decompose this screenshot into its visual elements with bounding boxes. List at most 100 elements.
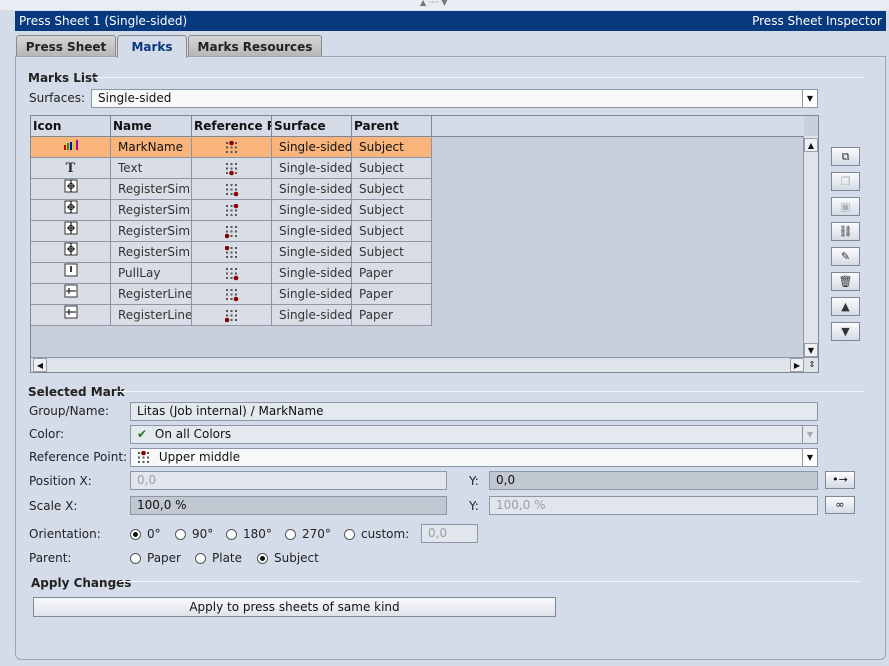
- scroll-right-icon[interactable]: ▶: [790, 358, 804, 372]
- move-up-button[interactable]: ▲: [831, 297, 860, 316]
- table-row[interactable]: RegisterSimp Single-sided Subject: [31, 242, 432, 263]
- register-line-icon: [64, 284, 78, 304]
- paste-mark-button[interactable]: ▣: [831, 197, 860, 216]
- scroll-left-icon[interactable]: ◀: [33, 358, 47, 372]
- link-icon: ⛓: [838, 225, 853, 238]
- position-arrow-button[interactable]: •→: [825, 471, 855, 489]
- orientation-radio[interactable]: [175, 529, 186, 540]
- tab-marks-resources[interactable]: Marks Resources: [188, 35, 322, 57]
- orientation-option-label: custom:: [361, 527, 410, 541]
- scroll-up-icon[interactable]: ▲: [804, 138, 818, 152]
- table-row[interactable]: T Text Single-sided Subject: [31, 158, 432, 179]
- column-header-parent[interactable]: Parent: [352, 116, 432, 136]
- orientation-option-custom[interactable]: custom:: [344, 527, 409, 541]
- parent-radio[interactable]: [195, 553, 206, 564]
- name-text: RegisterSimp: [118, 224, 192, 238]
- apply-to-same-kind-button[interactable]: Apply to press sheets of same kind: [33, 597, 556, 617]
- column-header-surface[interactable]: Surface: [272, 116, 352, 136]
- chevron-down-icon[interactable]: ▼: [802, 426, 817, 443]
- parent-cell: Subject: [352, 179, 432, 200]
- trash-icon: 🗑: [838, 275, 853, 288]
- orientation-label: Orientation:: [29, 527, 101, 541]
- column-header-icon[interactable]: Icon: [31, 116, 111, 136]
- name-cell: Text: [111, 158, 192, 179]
- scroll-corner-icon: ⇕: [808, 360, 816, 369]
- link-mark-button[interactable]: ⛓: [831, 222, 860, 241]
- orientation-custom-field[interactable]: 0,0: [421, 524, 478, 543]
- table-row[interactable]: PullLay Single-sided Paper: [31, 263, 432, 284]
- scale-link-button[interactable]: ∞: [825, 496, 855, 514]
- orientation-radio[interactable]: [344, 529, 355, 540]
- orientation-radio[interactable]: [130, 529, 141, 540]
- parent-option-subject[interactable]: Subject: [257, 551, 319, 565]
- position-x-field[interactable]: 0,0: [130, 471, 447, 490]
- parent-radio[interactable]: [130, 553, 141, 564]
- parent-option-label: Plate: [212, 551, 243, 565]
- orientation-option-180[interactable]: 180°: [226, 527, 272, 541]
- name-cell: RegisterSimp: [111, 242, 192, 263]
- parent-option-plate[interactable]: Plate: [195, 551, 242, 565]
- table-row[interactable]: RegisterLine Single-sided Paper: [31, 305, 432, 326]
- position-y-field[interactable]: 0,0: [489, 471, 818, 490]
- column-header-name[interactable]: Name: [111, 116, 192, 136]
- scroll-down-icon[interactable]: ▼: [804, 343, 818, 357]
- parent-cell: Subject: [352, 200, 432, 221]
- name-text: PullLay: [118, 266, 161, 280]
- vertical-scrollbar[interactable]: ▲ ▼: [803, 136, 818, 359]
- chevron-down-icon[interactable]: ▼: [802, 449, 817, 466]
- arrow-up-icon: ▲: [841, 300, 850, 313]
- column-header-reference-point[interactable]: Reference Po: [192, 116, 272, 136]
- orientation-radio[interactable]: [285, 529, 296, 540]
- surface-text: Single-sided: [279, 161, 352, 175]
- move-down-button[interactable]: ▼: [831, 322, 860, 341]
- surface-text: Single-sided: [279, 266, 352, 280]
- scale-y-field[interactable]: 100,0 %: [489, 496, 818, 515]
- group-name-label: Group/Name:: [29, 404, 110, 418]
- edit-mark-button[interactable]: ✎: [831, 247, 860, 266]
- orientation-radio[interactable]: [226, 529, 237, 540]
- new-mark-button[interactable]: ⧉: [831, 147, 860, 166]
- reference-point-cell: [192, 200, 272, 221]
- parent-text: Subject: [359, 161, 404, 175]
- chevron-down-icon[interactable]: ▼: [802, 90, 817, 107]
- surfaces-dropdown[interactable]: Single-sided ▼: [91, 89, 818, 108]
- surface-cell: Single-sided: [272, 305, 352, 326]
- copy-mark-button[interactable]: ❐: [831, 172, 860, 191]
- tab-marks[interactable]: Marks: [117, 35, 187, 58]
- reference-point-dropdown[interactable]: Upper middle ▼: [130, 448, 818, 467]
- copy-icon: ❐: [840, 175, 851, 188]
- table-row[interactable]: RegisterSimp Single-sided Subject: [31, 179, 432, 200]
- scale-x-field[interactable]: 100,0 %: [130, 496, 447, 515]
- horizontal-scrollbar[interactable]: ◀ ▶ ⇕: [31, 357, 818, 372]
- reference-point-cell: [192, 137, 272, 158]
- parent-text: Paper: [359, 266, 393, 280]
- name-cell: RegisterSimp: [111, 179, 192, 200]
- parent-text: Subject: [359, 182, 404, 196]
- selected-mark-heading: Selected Mark: [28, 385, 125, 399]
- orientation-option-270[interactable]: 270°: [285, 527, 331, 541]
- orientation-option-0[interactable]: 0°: [130, 527, 161, 541]
- parent-text: Subject: [359, 224, 404, 238]
- group-name-field[interactable]: Litas (Job internal) / MarkName: [130, 402, 818, 421]
- parent-radio[interactable]: [257, 553, 268, 564]
- icon-cell: [31, 263, 111, 284]
- table-row[interactable]: RegisterSimp Single-sided Subject: [31, 221, 432, 242]
- tab-press-sheet[interactable]: Press Sheet: [16, 35, 116, 57]
- reference-point-grid-icon: [224, 245, 239, 259]
- name-cell: RegisterSimp: [111, 221, 192, 242]
- section-divider: [114, 391, 864, 392]
- orientation-option-label: 90°: [192, 527, 214, 541]
- table-row[interactable]: RegisterLine Single-sided Paper: [31, 284, 432, 305]
- surface-text: Single-sided: [279, 203, 352, 217]
- color-dropdown[interactable]: ✔ On all Colors ▼: [130, 425, 818, 444]
- icon-cell: [31, 137, 111, 158]
- arrow-down-icon: ▼: [841, 325, 850, 338]
- parent-option-paper[interactable]: Paper: [130, 551, 181, 565]
- table-row[interactable]: RegisterSimp Single-sided Subject: [31, 200, 432, 221]
- delete-mark-button[interactable]: 🗑: [831, 272, 860, 291]
- table-row[interactable]: MarkName Single-sided Subject: [31, 137, 432, 158]
- reference-point-grid-icon: [224, 224, 239, 238]
- surface-text: Single-sided: [279, 308, 352, 322]
- name-cell: RegisterLine: [111, 284, 192, 305]
- orientation-option-90[interactable]: 90°: [175, 527, 213, 541]
